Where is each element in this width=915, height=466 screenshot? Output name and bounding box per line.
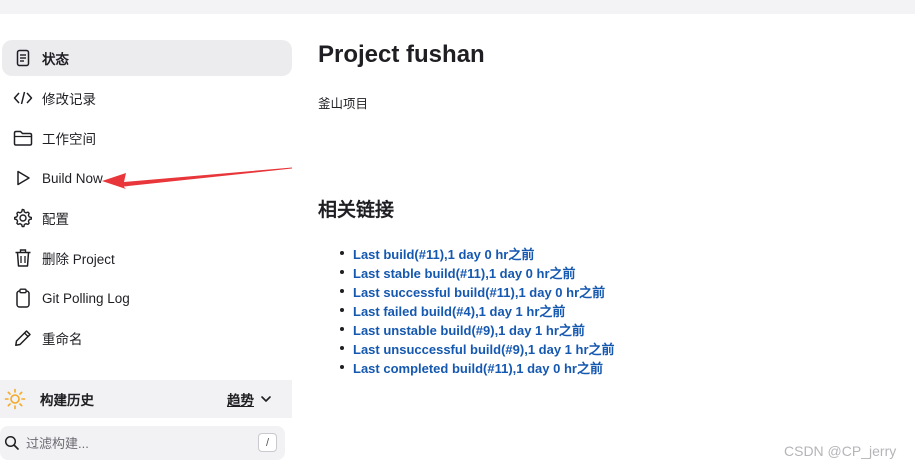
gear-icon — [12, 207, 34, 229]
last-completed-build-link[interactable]: Last completed build(#11),1 day 0 hr之前 — [353, 361, 603, 376]
play-icon — [12, 167, 34, 189]
sidebar-item-label: 重命名 — [42, 332, 83, 347]
document-icon — [12, 47, 34, 69]
sidebar-item-label: 配置 — [42, 212, 69, 227]
list-item: Last build(#11),1 day 0 hr之前 — [340, 244, 615, 263]
sidebar-item-label: 状态 — [42, 52, 69, 67]
sidebar-item-configure[interactable]: 配置 — [2, 200, 292, 236]
last-build-link[interactable]: Last build(#11),1 day 0 hr之前 — [353, 247, 534, 262]
last-successful-build-link[interactable]: Last successful build(#11),1 day 0 hr之前 — [353, 285, 605, 300]
last-unstable-build-link[interactable]: Last unstable build(#9),1 day 1 hr之前 — [353, 323, 585, 338]
sidebar-item-label: Git Polling Log — [42, 290, 130, 306]
last-unsuccessful-build-link[interactable]: Last unsuccessful build(#9),1 day 1 hr之前 — [353, 342, 615, 357]
list-item: Last completed build(#11),1 day 0 hr之前 — [340, 358, 615, 377]
sidebar-item-label: Build Now — [42, 170, 103, 186]
sidebar-item-status[interactable]: 状态 — [2, 40, 292, 76]
pencil-icon — [12, 327, 34, 349]
build-filter-input[interactable] — [26, 432, 246, 454]
last-stable-build-link[interactable]: Last stable build(#11),1 day 0 hr之前 — [353, 266, 576, 281]
project-description: 釜山项目 — [318, 97, 369, 111]
sidebar-item-delete-project[interactable]: 删除 Project — [2, 240, 292, 276]
folder-icon — [12, 127, 34, 149]
search-icon — [4, 435, 20, 451]
trend-link[interactable]: 趋势 — [227, 389, 254, 409]
sidebar-item-git-polling-log[interactable]: Git Polling Log — [2, 280, 292, 316]
top-bar — [0, 0, 915, 14]
code-icon — [12, 87, 34, 109]
list-item: Last successful build(#11),1 day 0 hr之前 — [340, 282, 615, 301]
list-item: Last unstable build(#9),1 day 1 hr之前 — [340, 320, 615, 339]
shortcut-key-hint: / — [258, 433, 277, 452]
list-item: Last stable build(#11),1 day 0 hr之前 — [340, 263, 615, 282]
sidebar-item-changes[interactable]: 修改记录 — [2, 80, 292, 116]
related-links-list: Last build(#11),1 day 0 hr之前 Last stable… — [340, 244, 615, 377]
trash-icon — [12, 247, 34, 269]
sun-icon — [4, 388, 26, 410]
last-failed-build-link[interactable]: Last failed build(#4),1 day 1 hr之前 — [353, 304, 565, 319]
list-item: Last unsuccessful build(#9),1 day 1 hr之前 — [340, 339, 615, 358]
sidebar-item-label: 删除 Project — [42, 252, 115, 267]
related-links-heading: 相关链接 — [318, 200, 395, 221]
sidebar-item-rename[interactable]: 重命名 — [2, 320, 292, 356]
watermark: CSDN @CP_jerry — [784, 443, 897, 459]
chevron-down-icon[interactable] — [259, 392, 273, 406]
sidebar-item-workspace[interactable]: 工作空间 — [2, 120, 292, 156]
sidebar-item-label: 修改记录 — [42, 92, 96, 107]
sidebar-item-label: 工作空间 — [42, 132, 96, 147]
sidebar-item-build-now[interactable]: Build Now — [2, 160, 292, 196]
build-history-header: 构建历史 趋势 — [0, 380, 292, 418]
build-filter: / — [0, 426, 285, 460]
clipboard-icon — [12, 287, 34, 309]
list-item: Last failed build(#4),1 day 1 hr之前 — [340, 301, 615, 320]
build-history-title: 构建历史 — [40, 393, 94, 408]
page-title: Project fushan — [318, 41, 485, 68]
